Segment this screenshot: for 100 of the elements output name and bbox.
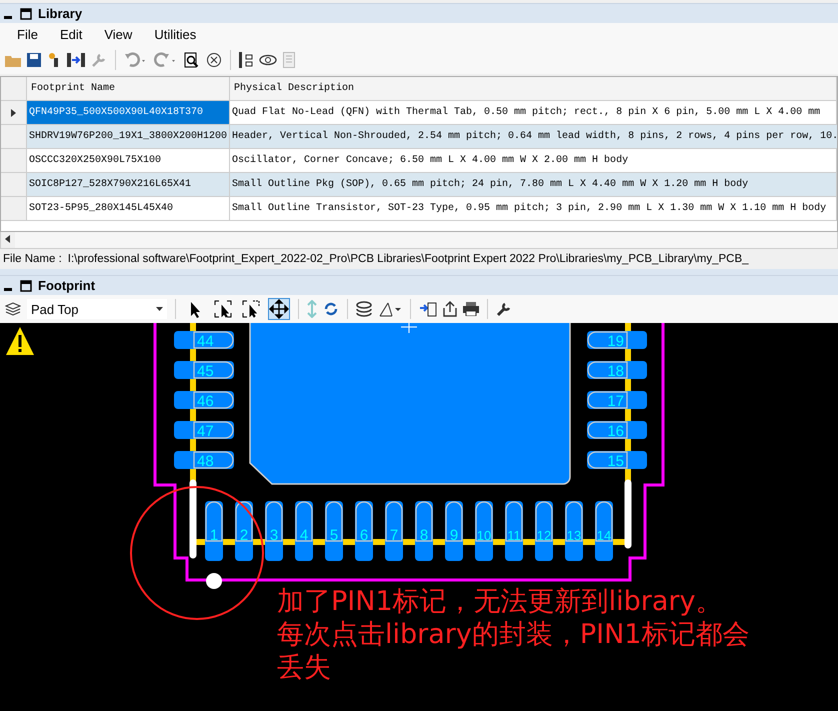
- pad-outline: [355, 501, 373, 542]
- pin-number: 15: [607, 453, 624, 470]
- pad: [205, 501, 223, 561]
- menu-item[interactable]: Edit: [48, 27, 94, 42]
- pad: [295, 501, 313, 561]
- pad: [595, 501, 613, 561]
- pad-outline: [235, 501, 253, 542]
- pin-number: 11: [507, 528, 521, 543]
- move-icon[interactable]: [268, 298, 290, 320]
- pin-number: 7: [390, 527, 398, 544]
- menu-item[interactable]: View: [93, 27, 144, 42]
- maximize-icon[interactable]: [20, 280, 32, 292]
- table-cell: Quad Flat No-Lead (QFN) with Thermal Tab, 0.50 mm pitch; rect., 8 pin X 6 pin, 5.00 mm L X 4.00 mm: [230, 101, 837, 124]
- pin-number: 12: [536, 528, 552, 543]
- pad: [445, 501, 463, 561]
- pad-outline: [587, 451, 628, 469]
- pad: [587, 331, 647, 349]
- eye-icon[interactable]: [259, 54, 277, 66]
- pad: [385, 501, 403, 561]
- wrench-icon[interactable]: [496, 301, 512, 317]
- pad-outline: [587, 391, 628, 409]
- panel-title: Footprint: [38, 278, 96, 293]
- row-header[interactable]: [1, 101, 27, 124]
- pad: [174, 331, 234, 349]
- column-header[interactable]: Physical Description: [230, 77, 837, 100]
- pad-outline: [193, 331, 234, 349]
- pad: [265, 501, 283, 561]
- menu-item[interactable]: File: [6, 27, 49, 42]
- share-icon[interactable]: [443, 301, 457, 317]
- pad-outline: [565, 501, 583, 542]
- pad: [587, 391, 647, 409]
- pad-outline: [587, 421, 628, 439]
- table-cell: Oscillator, Corner Concave; 6.50 mm L X 4.00 mm W X 2.00 mm H body: [230, 149, 837, 172]
- pad: [174, 451, 234, 469]
- pin-number: 48: [197, 453, 214, 470]
- undo-icon: [124, 52, 148, 68]
- pad: [174, 391, 234, 409]
- cancel-icon[interactable]: [206, 52, 222, 68]
- pad-outline: [535, 501, 553, 542]
- save-icon[interactable]: [27, 53, 41, 67]
- pad-outline: [193, 391, 234, 409]
- pad: [174, 421, 234, 439]
- table-cell[interactable]: SOIC8P127_528X790X216L65X41: [27, 173, 230, 196]
- table-cell[interactable]: SOT23-5P95_280X145L45X40: [27, 197, 230, 220]
- pin-number: 17: [607, 393, 624, 410]
- pad: [587, 421, 647, 439]
- file-name-label: File Name :: [3, 253, 62, 265]
- zoom-window-icon[interactable]: [240, 298, 262, 320]
- table-cell[interactable]: SHDRV19W76P200_19X1_3800X200H1200: [27, 125, 230, 148]
- pin-number: 8: [420, 527, 428, 544]
- pin-number: 1: [210, 527, 218, 544]
- pin-number: 14: [596, 528, 612, 543]
- wrench-icon: [91, 52, 107, 68]
- pin-number: 47: [197, 423, 214, 440]
- table-cell: Small Outline Pkg (SOP), 0.65 mm pitch; 24 pin, 7.80 mm L X 4.40 mm W X 1.20 mm H body: [230, 173, 837, 196]
- pad: [505, 501, 523, 561]
- pad-outline: [505, 501, 523, 542]
- pad-outline: [587, 361, 628, 379]
- refresh-icon[interactable]: [323, 301, 339, 317]
- pin-number: 46: [197, 393, 214, 410]
- table-cell: Header, Vertical Non-Shrouded, 2.54 mm pitch; 0.64 mm lead width, 8 pins, 2 rows, 4 pins per row, 10.: [230, 125, 837, 148]
- pad-outline: [205, 501, 223, 542]
- pin-number: 4: [300, 527, 308, 544]
- pad: [174, 361, 234, 379]
- table-cell[interactable]: QFN49P35_500X500X90L40X18T370: [27, 101, 230, 124]
- pin-number: 10: [476, 528, 492, 543]
- import-icon[interactable]: [419, 301, 437, 317]
- preview-icon[interactable]: [184, 52, 200, 68]
- footprint-canvas[interactable]: 44 45 46 47 48 19 18 17 16 15 1 2 3 4 5 6 7 8 9 10 11 12 13 14 加了PIN1标记，无法更新到library。 每次点击library的封装，PIN1标记都会 丢失: [0, 323, 838, 711]
- pad-outline: [475, 501, 493, 542]
- zoom-fit-icon[interactable]: [212, 298, 234, 320]
- pad-outline: [587, 331, 628, 349]
- file-path: I:\professional software\Footprint_Expert_2022-02_Pro\PCB Libraries\Footprint Expert 2022 Pro\Libraries\my_PCB_Library\my_PCB_: [68, 253, 749, 265]
- pad: [587, 451, 647, 469]
- menu-item[interactable]: Utilities: [143, 27, 208, 42]
- document-icon: [283, 52, 295, 68]
- pad-outline: [193, 451, 234, 469]
- transfer-icon[interactable]: [67, 53, 85, 67]
- pad: [475, 501, 493, 561]
- pad-outline: [385, 501, 403, 542]
- printer-icon[interactable]: [463, 302, 479, 316]
- table-cell[interactable]: OSCCC320X250X90L75X100: [27, 149, 230, 172]
- stack-icon[interactable]: [356, 301, 372, 317]
- layers-icon[interactable]: [5, 302, 21, 316]
- column-header[interactable]: Footprint Name: [27, 77, 230, 100]
- pad-outline: [325, 501, 343, 542]
- pad: [587, 361, 647, 379]
- pad: [535, 501, 553, 561]
- pin-number: 44: [197, 333, 214, 350]
- pad-outline: [595, 501, 613, 542]
- pin-number: 3: [270, 527, 278, 544]
- pin-number: 19: [607, 333, 624, 350]
- measure-icon[interactable]: [378, 301, 402, 317]
- layer-dropdown[interactable]: Pad Top: [27, 299, 167, 319]
- pin-number: 45: [197, 363, 214, 380]
- maximize-icon[interactable]: [20, 8, 32, 20]
- pad-outline: [415, 501, 433, 542]
- pad: [355, 501, 373, 561]
- pad: [565, 501, 583, 561]
- tree-icon[interactable]: [239, 52, 253, 68]
